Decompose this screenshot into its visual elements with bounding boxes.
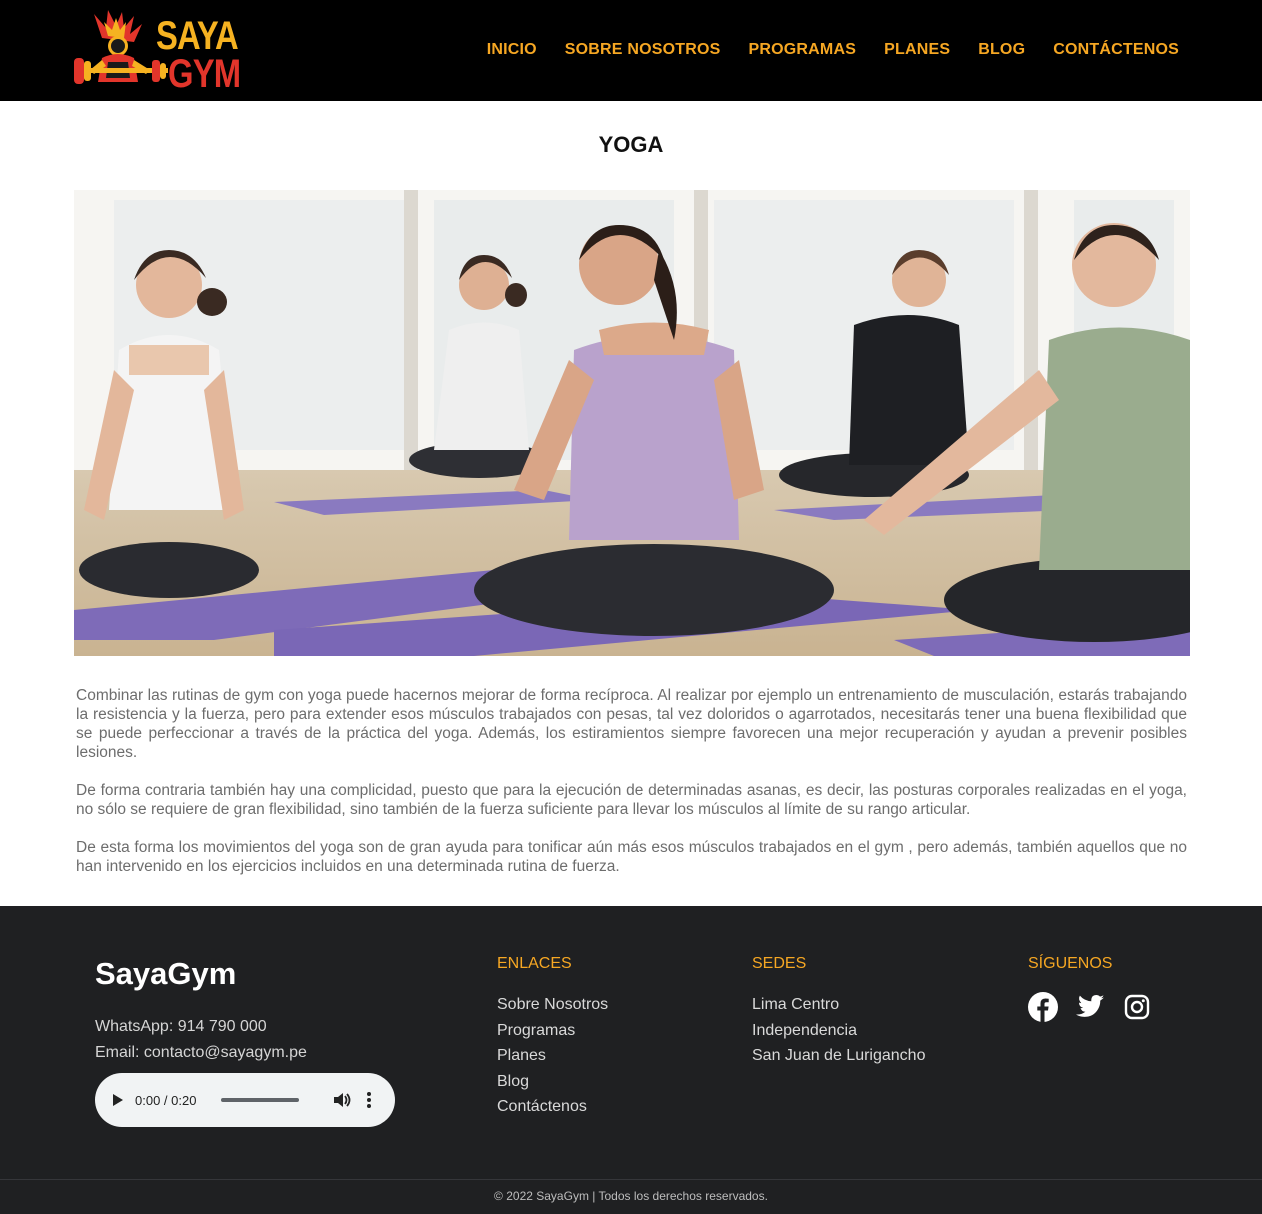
page-title: YOGA [598,132,664,157]
footer-brand: SayaGym [95,956,237,991]
volume-icon[interactable] [333,1092,351,1108]
play-icon[interactable] [113,1094,123,1106]
social-links [1028,992,1150,1022]
audio-progress-slider[interactable] [221,1098,299,1102]
audio-player: 0:00 / 0:20 [95,1073,395,1127]
yoga-class-illustration [74,190,1190,656]
copyright-text: © 2022 SayaGym | Todos los derechos rese… [494,1189,768,1203]
site-footer: SayaGym WhatsApp: 914 790 000 Email: con… [0,906,1262,1214]
nav-inicio[interactable]: INICIO [487,41,537,59]
enlaces-list: Sobre Nosotros Programas Planes Blog Con… [497,992,608,1120]
logo-text-saya: SAYA [156,14,239,58]
audio-time: 0:00 / 0:20 [135,1092,197,1108]
footer-divider [0,1179,1262,1180]
sedes-title: SEDES [752,955,807,972]
more-options-icon[interactable] [367,1092,371,1108]
twitter-icon[interactable] [1074,994,1104,1020]
contact-email: Email: contacto@sayagym.pe [95,1044,307,1061]
footer-contact: WhatsApp: 914 790 000 Email: contacto@sa… [95,1014,307,1066]
sayagym-logo[interactable]: SAYA GYM [72,8,242,94]
footer-link-contactenos[interactable]: Contáctenos [497,1094,608,1120]
nav-contactenos[interactable]: CONTÁCTENOS [1053,41,1179,59]
facebook-icon[interactable] [1028,992,1058,1022]
footer-link-blog[interactable]: Blog [497,1069,608,1095]
article-body: Combinar las rutinas de gym con yoga pue… [76,686,1187,895]
weightlifter-emblem-icon [74,10,168,84]
site-header: SAYA GYM INICIO SOBRE NOSOTROS PROGRAMAS… [0,0,1262,101]
article-paragraph-1: Combinar las rutinas de gym con yoga pue… [76,687,1187,761]
nav-programas[interactable]: PROGRAMAS [749,41,857,59]
nav-sobre-nosotros[interactable]: SOBRE NOSOTROS [565,41,721,59]
article-paragraph-3: De esta forma los movimientos del yoga s… [76,839,1187,875]
main-nav: INICIO SOBRE NOSOTROS PROGRAMAS PLANES B… [487,41,1179,59]
footer-link-planes[interactable]: Planes [497,1043,608,1069]
nav-blog[interactable]: BLOG [978,41,1025,59]
logo-text-gym: GYM [168,52,241,96]
enlaces-title: ENLACES [497,955,572,972]
footer-link-programas[interactable]: Programas [497,1018,608,1044]
sede-independencia: Independencia [752,1021,857,1039]
siguenos-title: SÍGUENOS [1028,955,1113,972]
article-paragraph-2: De forma contraria también hay una compl… [76,782,1187,818]
sede-lima-centro: Lima Centro [752,996,840,1013]
sede-san-juan-de-lurigancho: San Juan de Lurigancho [752,1047,926,1064]
whatsapp-number: WhatsApp: 914 790 000 [95,1018,267,1035]
instagram-icon[interactable] [1124,994,1150,1020]
yoga-class-image [74,190,1190,656]
nav-planes[interactable]: PLANES [884,41,950,59]
footer-link-sobre-nosotros[interactable]: Sobre Nosotros [497,992,608,1018]
sedes-list: Lima Centro Independencia San Juan de Lu… [752,992,925,1069]
